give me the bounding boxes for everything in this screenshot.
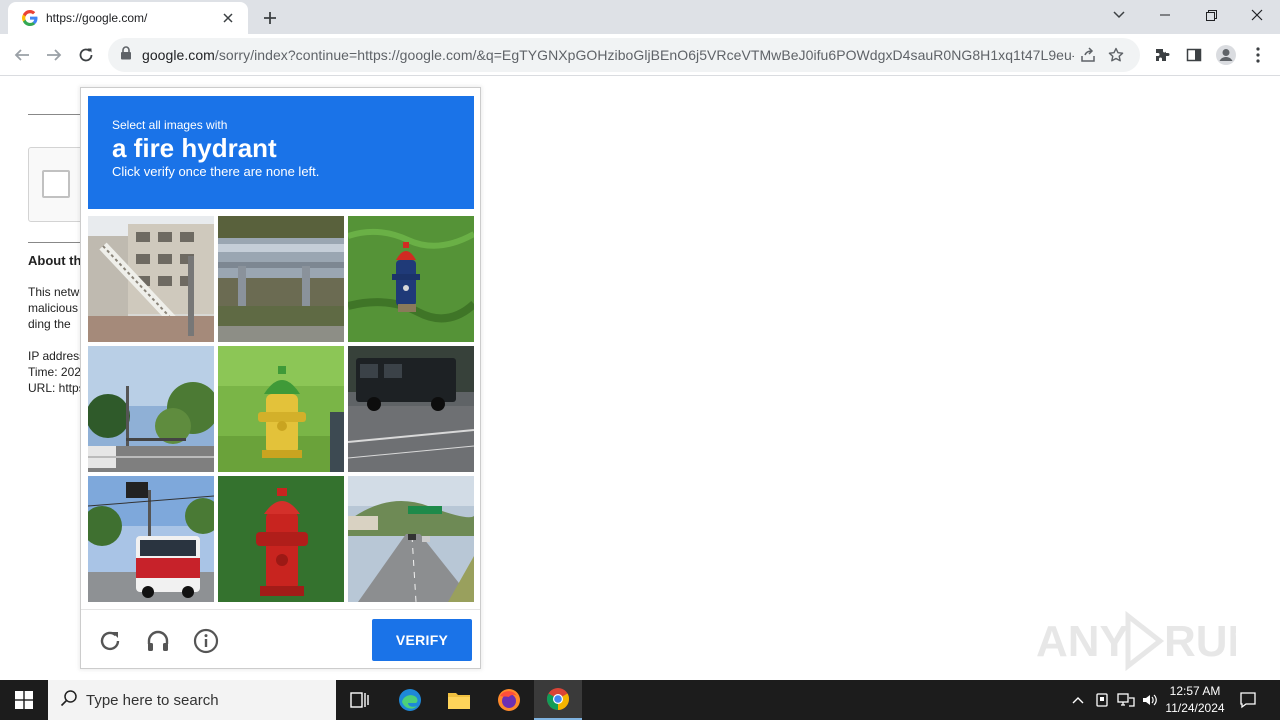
image-tile[interactable]: [88, 216, 214, 342]
firefox-icon[interactable]: [485, 680, 533, 720]
image-grid: [88, 216, 474, 602]
forward-button[interactable]: [38, 39, 70, 71]
minimize-button[interactable]: [1142, 0, 1188, 30]
page-text-line: URL: https: [28, 381, 83, 395]
tab-strip: https://google.com/: [0, 0, 1280, 34]
search-icon: [60, 689, 78, 712]
profile-avatar-icon[interactable]: [1210, 39, 1242, 71]
audio-challenge-icon[interactable]: [144, 627, 172, 655]
browser-tab[interactable]: https://google.com/: [8, 2, 248, 34]
bookmark-star-icon[interactable]: [1102, 41, 1130, 69]
reload-challenge-icon[interactable]: [96, 627, 124, 655]
challenge-instruction: Select all images with: [112, 118, 228, 132]
chrome-icon[interactable]: [534, 680, 582, 720]
captcha-challenge: Select all images with a fire hydrant Cl…: [80, 87, 481, 669]
challenge-hint: Click verify once there are none left.: [112, 164, 320, 179]
verify-button[interactable]: VERIFY: [372, 619, 472, 661]
volume-icon[interactable]: [1140, 690, 1160, 710]
image-tile[interactable]: [348, 346, 474, 472]
windows-start-button[interactable]: [0, 680, 48, 720]
page-heading: About this page: [28, 253, 83, 268]
extensions-icon[interactable]: [1146, 39, 1178, 71]
url-host: google.com: [142, 47, 215, 63]
edge-icon[interactable]: [386, 680, 434, 720]
taskbar-search-box[interactable]: Type here to search: [48, 680, 336, 720]
browser-toolbar: google.com/sorry/index?continue=https://…: [0, 34, 1280, 76]
challenge-target: a fire hydrant: [112, 133, 277, 163]
back-button[interactable]: [6, 39, 38, 71]
share-icon[interactable]: [1074, 41, 1102, 69]
image-tile[interactable]: [88, 346, 214, 472]
menu-icon[interactable]: [1242, 39, 1274, 71]
info-icon[interactable]: [192, 627, 220, 655]
image-tile[interactable]: [218, 346, 344, 472]
page-text-line: IP address: [28, 349, 83, 363]
image-tile[interactable]: [218, 216, 344, 342]
watermark-logo: ANY RUN: [1036, 608, 1259, 674]
divider: [28, 242, 88, 243]
divider: [28, 114, 88, 115]
url-path: /sorry/index?continue=https://google.com…: [214, 47, 1074, 63]
windows-taskbar: Type here to search 12:57 AM 11/24/2024: [0, 680, 1280, 720]
svg-text:RUN: RUN: [1164, 617, 1236, 666]
recaptcha-checkbox[interactable]: [42, 170, 70, 198]
image-tile[interactable]: [348, 476, 474, 602]
page-text-line: This network: [28, 285, 83, 299]
restore-button[interactable]: [1188, 0, 1234, 30]
lock-icon[interactable]: [120, 45, 132, 65]
challenge-footer: VERIFY: [81, 609, 480, 669]
network-icon[interactable]: [1116, 690, 1136, 710]
file-explorer-icon[interactable]: [435, 680, 483, 720]
challenge-header: Select all images with a fire hydrant Cl…: [88, 96, 474, 209]
tray-device-icon[interactable]: [1092, 690, 1112, 710]
search-placeholder: Type here to search: [86, 691, 219, 709]
tab-title: https://google.com/: [46, 11, 148, 25]
notifications-icon[interactable]: [1238, 690, 1258, 710]
image-tile[interactable]: [348, 216, 474, 342]
svg-text:ANY: ANY: [1036, 617, 1129, 666]
new-tab-button[interactable]: [258, 6, 282, 30]
page-text-line: ding the: [28, 317, 71, 331]
google-icon: [22, 10, 38, 26]
clock-date: 11/24/2024: [1165, 701, 1225, 715]
chevron-up-icon[interactable]: [1068, 690, 1088, 710]
address-bar[interactable]: google.com/sorry/index?continue=https://…: [108, 38, 1140, 72]
page-text-line: malicious: [28, 301, 79, 315]
task-view-icon[interactable]: [336, 680, 384, 720]
recaptcha-widget: [28, 147, 88, 222]
page-text-line: Time: 2024: [28, 365, 83, 379]
side-panel-icon[interactable]: [1178, 39, 1210, 71]
image-tile[interactable]: [88, 476, 214, 602]
close-tab-icon[interactable]: [218, 8, 238, 28]
image-tile[interactable]: [218, 476, 344, 602]
clock-time: 12:57 AM: [1169, 684, 1221, 698]
tab-search-icon[interactable]: [1096, 0, 1142, 30]
reload-button[interactable]: [70, 39, 102, 71]
close-window-button[interactable]: [1234, 0, 1280, 30]
taskbar-clock[interactable]: 12:57 AM 11/24/2024: [1160, 683, 1230, 717]
url-text[interactable]: google.com/sorry/index?continue=https://…: [142, 47, 1074, 63]
